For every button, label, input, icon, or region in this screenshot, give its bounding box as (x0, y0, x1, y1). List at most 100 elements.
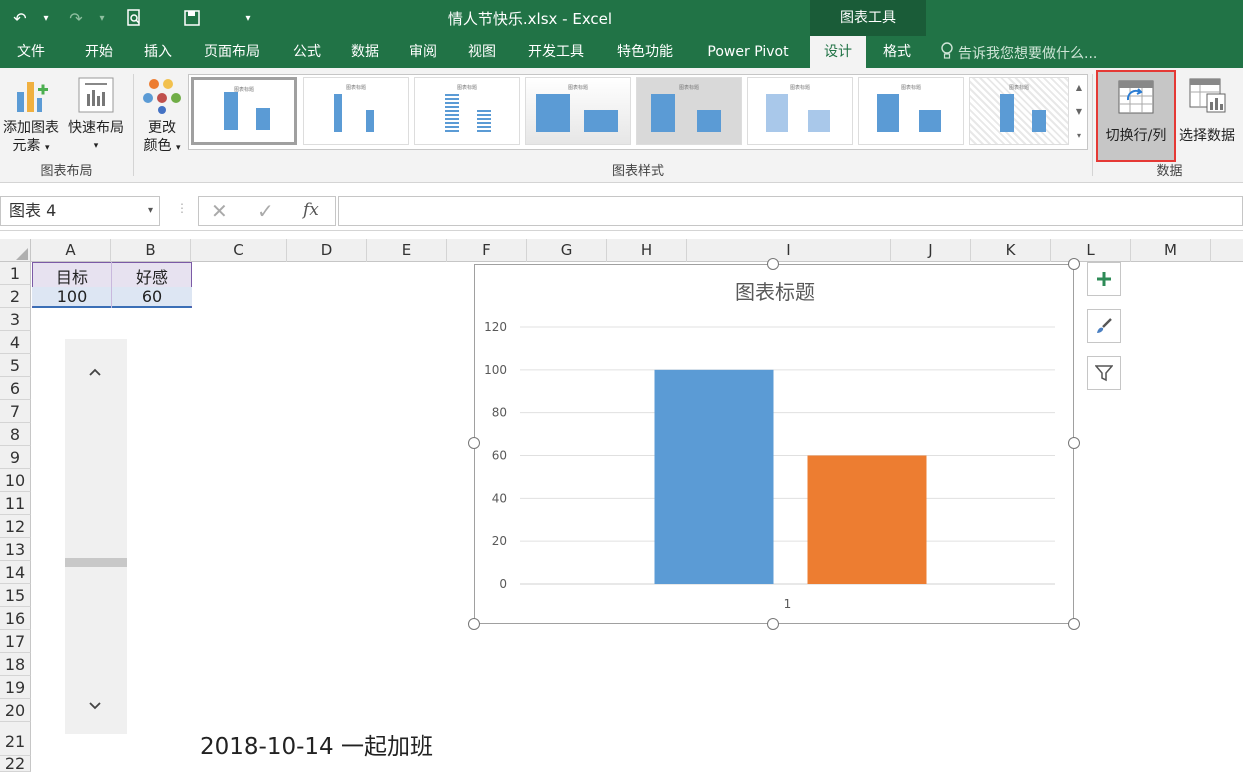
chart-style-1[interactable]: 图表标题 (191, 77, 297, 145)
column-header-d[interactable]: D (287, 239, 367, 262)
row-header-10[interactable]: 10 (0, 469, 31, 492)
chart-style-4[interactable]: 图表标题 (525, 77, 631, 145)
row-header-22[interactable]: 22 (0, 756, 31, 772)
tab-format[interactable]: 格式 (870, 36, 924, 68)
resize-handle-icon[interactable]: ⋮ (176, 201, 188, 215)
column-header-m[interactable]: M (1131, 239, 1211, 262)
column-header-f[interactable]: F (447, 239, 527, 262)
chevron-up-icon[interactable] (88, 361, 102, 382)
column-header-j[interactable]: J (891, 239, 971, 262)
column-header-l[interactable]: L (1051, 239, 1131, 262)
chart-style-5[interactable]: 图表标题 (636, 77, 742, 145)
cell-a1[interactable]: 目标 (32, 264, 112, 288)
quick-layout-button[interactable]: 快速布局 ▾ (64, 74, 128, 158)
undo-icon[interactable]: ↶ (8, 6, 32, 30)
select-data-button[interactable]: 选择数据 (1176, 74, 1238, 158)
tab-file[interactable]: 文件 (6, 36, 56, 68)
enter-icon[interactable]: ✓ (257, 199, 274, 223)
tab-page-layout[interactable]: 页面布局 (194, 36, 270, 68)
row-header-11[interactable]: 11 (0, 492, 31, 515)
add-chart-element-button[interactable]: 添加图表 元素 ▾ (0, 74, 62, 158)
redo-dropdown-icon[interactable]: ▾ (90, 6, 114, 30)
cell-b1[interactable]: 好感 (112, 264, 192, 288)
floating-scroll-panel[interactable] (65, 339, 127, 734)
select-all-corner[interactable] (0, 239, 31, 262)
column-header-i[interactable]: I (687, 239, 891, 262)
redo-icon[interactable]: ↷ (64, 6, 88, 30)
row-header-9[interactable]: 9 (0, 446, 31, 469)
resize-handle-bottom-right[interactable] (1068, 618, 1080, 630)
row-header-3[interactable]: 3 (0, 308, 31, 331)
row-header-16[interactable]: 16 (0, 607, 31, 630)
tab-view[interactable]: 视图 (457, 36, 507, 68)
scroll-thumb[interactable] (65, 558, 127, 567)
tab-design[interactable]: 设计 (810, 36, 866, 68)
row-header-4[interactable]: 4 (0, 331, 31, 354)
cell-b2[interactable]: 60 (112, 287, 192, 306)
column-header-c[interactable]: C (191, 239, 287, 262)
save-icon[interactable] (180, 6, 204, 30)
row-header-5[interactable]: 5 (0, 354, 31, 377)
row-header-18[interactable]: 18 (0, 653, 31, 676)
cell-a2[interactable]: 100 (32, 287, 112, 306)
tab-formulas[interactable]: 公式 (282, 36, 332, 68)
tell-me-box[interactable]: 告诉我您想要做什么... (940, 42, 1097, 64)
insert-function-icon[interactable]: fx (303, 200, 319, 220)
row-header-12[interactable]: 12 (0, 515, 31, 538)
print-preview-icon[interactable] (122, 6, 146, 30)
resize-handle-right[interactable] (1068, 437, 1080, 449)
switch-row-column-button[interactable]: 切换行/列 (1096, 70, 1176, 162)
chart-elements-button[interactable] (1087, 262, 1121, 296)
row-header-15[interactable]: 15 (0, 584, 31, 607)
chart-style-3[interactable]: 图表标题 (414, 77, 520, 145)
chart-style-2[interactable]: 图表标题 (303, 77, 409, 145)
gallery-down-icon[interactable]: ▼ (1072, 100, 1086, 124)
resize-handle-bottom-left[interactable] (468, 618, 480, 630)
row-header-7[interactable]: 7 (0, 400, 31, 423)
tab-insert[interactable]: 插入 (133, 36, 183, 68)
gallery-up-icon[interactable]: ▲ (1072, 76, 1086, 100)
formula-input[interactable] (338, 196, 1243, 226)
resize-handle-left[interactable] (468, 437, 480, 449)
resize-handle-bottom[interactable] (767, 618, 779, 630)
chart-filters-button[interactable] (1087, 356, 1121, 390)
column-header-b[interactable]: B (111, 239, 191, 262)
row-header-6[interactable]: 6 (0, 377, 31, 400)
row-header-21[interactable]: 21 (0, 722, 31, 756)
column-header-g[interactable]: G (527, 239, 607, 262)
gallery-more-icon[interactable]: ▾ (1072, 124, 1086, 148)
column-header-h[interactable]: H (607, 239, 687, 262)
chart-object[interactable]: 图表标题 0 20 40 60 80 100 120 1 (474, 264, 1074, 624)
tab-review[interactable]: 审阅 (398, 36, 448, 68)
chart-styles-button[interactable] (1087, 309, 1121, 343)
customize-qat-icon[interactable]: ▾ (236, 6, 260, 30)
change-colors-button[interactable]: 更改 颜色 ▾ (138, 74, 186, 158)
row-header-13[interactable]: 13 (0, 538, 31, 561)
cancel-icon[interactable]: ✕ (211, 199, 228, 223)
row-header-1[interactable]: 1 (0, 262, 31, 285)
chevron-down-icon[interactable]: ▾ (148, 197, 153, 225)
tab-developer[interactable]: 开发工具 (518, 36, 594, 68)
tab-data[interactable]: 数据 (340, 36, 390, 68)
tab-home[interactable]: 开始 (74, 36, 124, 68)
column-header-a[interactable]: A (31, 239, 111, 262)
resize-handle-top[interactable] (767, 258, 779, 270)
chart-style-6[interactable]: 图表标题 (747, 77, 853, 145)
row-header-19[interactable]: 19 (0, 676, 31, 699)
chart-style-8[interactable]: 图表标题 (969, 77, 1069, 145)
tab-special-features[interactable]: 特色功能 (607, 36, 683, 68)
tab-power-pivot[interactable]: Power Pivot (696, 36, 800, 68)
column-header-e[interactable]: E (367, 239, 447, 262)
row-header-2[interactable]: 2 (0, 285, 31, 308)
chart-style-7[interactable]: 图表标题 (858, 77, 964, 145)
resize-handle-top-right[interactable] (1068, 258, 1080, 270)
column-header-k[interactable]: K (971, 239, 1051, 262)
row-header-20[interactable]: 20 (0, 699, 31, 722)
undo-dropdown-icon[interactable]: ▾ (34, 6, 58, 30)
gallery-scroll[interactable]: ▲ ▼ ▾ (1072, 76, 1086, 148)
name-box[interactable]: 图表 4 ▾ (0, 196, 160, 226)
row-header-17[interactable]: 17 (0, 630, 31, 653)
row-header-8[interactable]: 8 (0, 423, 31, 446)
row-header-14[interactable]: 14 (0, 561, 31, 584)
chevron-down-icon[interactable] (88, 696, 102, 715)
